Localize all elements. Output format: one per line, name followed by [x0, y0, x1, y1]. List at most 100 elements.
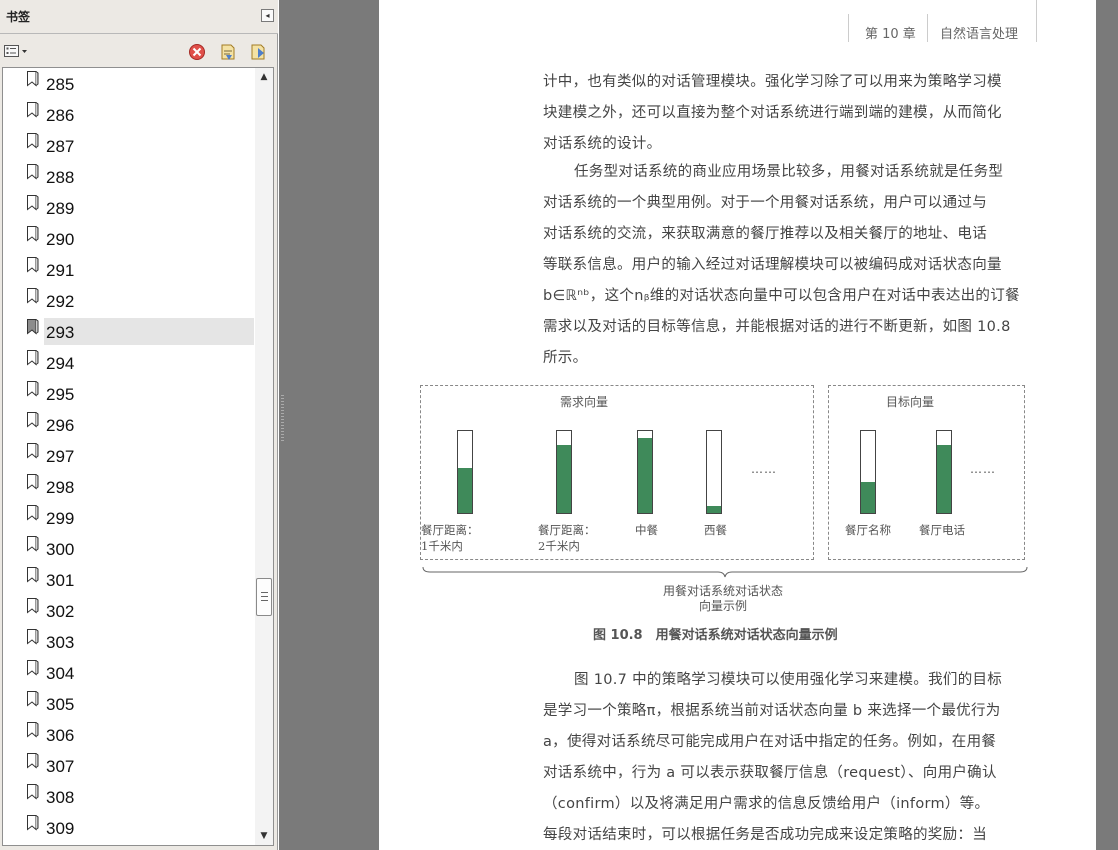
- scroll-down-arrow[interactable]: ▼: [255, 827, 273, 845]
- bookmark-highlight: [44, 318, 254, 345]
- bookmark-label: 308: [46, 788, 75, 807]
- running-head-separator: [927, 14, 928, 42]
- delete-bookmark-button[interactable]: [188, 43, 206, 61]
- vertical-scrollbar[interactable]: ▲ ▼: [255, 68, 273, 845]
- bookmark-item[interactable]: 298: [3, 473, 255, 500]
- bookmark-label: 294: [46, 354, 75, 373]
- bookmark-item[interactable]: 308: [3, 783, 255, 810]
- bookmark-highlight: [44, 721, 254, 748]
- expand-bookmark-button[interactable]: [219, 43, 237, 61]
- bookmark-highlight: [44, 132, 254, 159]
- bookmark-list: 285 286 287 288 289 290 291 292 293 294 295 296 297 2…: [3, 68, 255, 845]
- bookmark-icon: [27, 691, 39, 707]
- bookmark-icon: [27, 288, 39, 304]
- panel-toolbar: [0, 36, 278, 66]
- bookmark-highlight: [44, 256, 254, 283]
- bookmark-icon: [27, 412, 39, 428]
- body-text-line: 对话系统的设计。: [543, 136, 662, 152]
- bookmark-icon: [27, 164, 39, 180]
- bookmark-item[interactable]: 299: [3, 504, 255, 531]
- bookmark-item[interactable]: 300: [3, 535, 255, 562]
- collapse-panel-button[interactable]: ◂: [261, 9, 274, 22]
- goal-bar-fill: [861, 482, 875, 513]
- bookmark-item[interactable]: 296: [3, 411, 255, 438]
- bookmark-label: 293: [46, 323, 75, 342]
- body-text-line: 块建模之外，还可以直接为整个对话系统进行端到端的建模，从而简化: [543, 105, 1002, 121]
- bookmark-item[interactable]: 293: [3, 318, 255, 345]
- bookmark-label: 288: [46, 168, 75, 187]
- bookmark-label: 296: [46, 416, 75, 435]
- bookmark-highlight: [44, 814, 254, 841]
- bookmark-item[interactable]: 286: [3, 101, 255, 128]
- body-text-line: 所示。: [543, 350, 588, 366]
- delete-bookmark-icon: [189, 44, 205, 60]
- demand-bar: [457, 430, 473, 514]
- bookmark-highlight: [44, 194, 254, 221]
- bookmark-item[interactable]: 290: [3, 225, 255, 252]
- bookmark-icon: [27, 319, 39, 335]
- bookmark-highlight: [44, 442, 254, 469]
- bookmark-label: 307: [46, 757, 75, 776]
- bookmarks-panel: 书签 ◂ 285 286 287 288 289 290 291 292 293…: [0, 0, 278, 850]
- bookmark-label: 299: [46, 509, 75, 528]
- bookmark-item[interactable]: 309: [3, 814, 255, 841]
- bookmark-label: 297: [46, 447, 75, 466]
- bookmark-item[interactable]: 297: [3, 442, 255, 469]
- bookmark-highlight: [44, 101, 254, 128]
- bookmark-item[interactable]: 294: [3, 349, 255, 376]
- splitter-grip[interactable]: [281, 395, 284, 441]
- bookmark-item[interactable]: 304: [3, 659, 255, 686]
- body-text-line: 图 10.7 中的策略学习模块可以使用强化学习来建模。我们的目标: [574, 672, 1003, 688]
- bookmark-item[interactable]: 306: [3, 721, 255, 748]
- running-head-divider: [848, 14, 849, 42]
- bookmark-icon: [27, 226, 39, 242]
- panel-splitter[interactable]: [279, 0, 379, 850]
- demand-bar: [637, 430, 653, 514]
- bookmark-icon: [27, 536, 39, 552]
- bookmark-icon: [27, 474, 39, 490]
- body-text-line: b∈ℝⁿᵇ，这个nᵦ维的对话状态向量中可以包含用户在对话中表达出的订餐: [543, 288, 1020, 304]
- demand-ellipsis: ……: [751, 462, 777, 476]
- bookmark-item[interactable]: 307: [3, 752, 255, 779]
- body-text-line: 任务型对话系统的商业应用场景比较多，用餐对话系统就是任务型: [574, 164, 1004, 180]
- scroll-thumb[interactable]: [256, 578, 272, 616]
- bookmark-item[interactable]: 288: [3, 163, 255, 190]
- figure-caption: 图 10.8 用餐对话系统对话状态向量示例: [593, 628, 838, 643]
- bookmark-label: 309: [46, 819, 75, 838]
- body-text-line: 需求以及对话的目标等信息，并能根据对话的进行不断更新，如图 10.8: [543, 319, 1011, 335]
- bookmark-label: 286: [46, 106, 75, 125]
- bookmark-item[interactable]: 287: [3, 132, 255, 159]
- demand-bar: [556, 430, 572, 514]
- body-text-line: 是学习一个策略π，根据系统当前对话状态向量 b 来选择一个最优行为: [543, 703, 1001, 719]
- bookmark-item[interactable]: 301: [3, 566, 255, 593]
- bookmark-icon: [27, 815, 39, 831]
- bookmark-label: 303: [46, 633, 75, 652]
- bookmark-highlight: [44, 752, 254, 779]
- bookmark-item[interactable]: 305: [3, 690, 255, 717]
- bookmark-icon: [27, 133, 39, 149]
- bookmark-item[interactable]: 291: [3, 256, 255, 283]
- bookmark-highlight: [44, 411, 254, 438]
- bookmark-item[interactable]: 295: [3, 380, 255, 407]
- goal-bar-label: 餐厅电话: [919, 523, 965, 537]
- demand-bar-label-line-2: 1千米内: [421, 539, 463, 553]
- scroll-up-arrow[interactable]: ▲: [255, 68, 273, 86]
- bookmark-item[interactable]: 302: [3, 597, 255, 624]
- running-head-chapter: 第 10 章: [865, 27, 916, 42]
- body-text-line: 对话系统的一个典型用例。对于一个用餐对话系统，用户可以通过与: [543, 195, 987, 211]
- options-menu-button[interactable]: [4, 44, 30, 59]
- new-bookmark-icon: [251, 44, 265, 60]
- body-text-line: （confirm）以及将满足用户需求的信息反馈给用户（inform）等。: [543, 796, 990, 812]
- bookmark-label: 306: [46, 726, 75, 745]
- bookmark-highlight: [44, 287, 254, 314]
- new-bookmark-button[interactable]: [249, 43, 267, 61]
- bookmark-label: 292: [46, 292, 75, 311]
- options-menu-icon: [4, 45, 27, 57]
- bookmark-item[interactable]: 292: [3, 287, 255, 314]
- bookmark-item[interactable]: 303: [3, 628, 255, 655]
- body-text-line: 等联系信息。用户的输入经过对话理解模块可以被编码成对话状态向量: [543, 257, 1002, 273]
- brace-label-line-2: 向量示例: [699, 599, 748, 613]
- panel-title: 书签: [6, 10, 31, 24]
- bookmark-item[interactable]: 289: [3, 194, 255, 221]
- bookmark-item[interactable]: 285: [3, 70, 255, 97]
